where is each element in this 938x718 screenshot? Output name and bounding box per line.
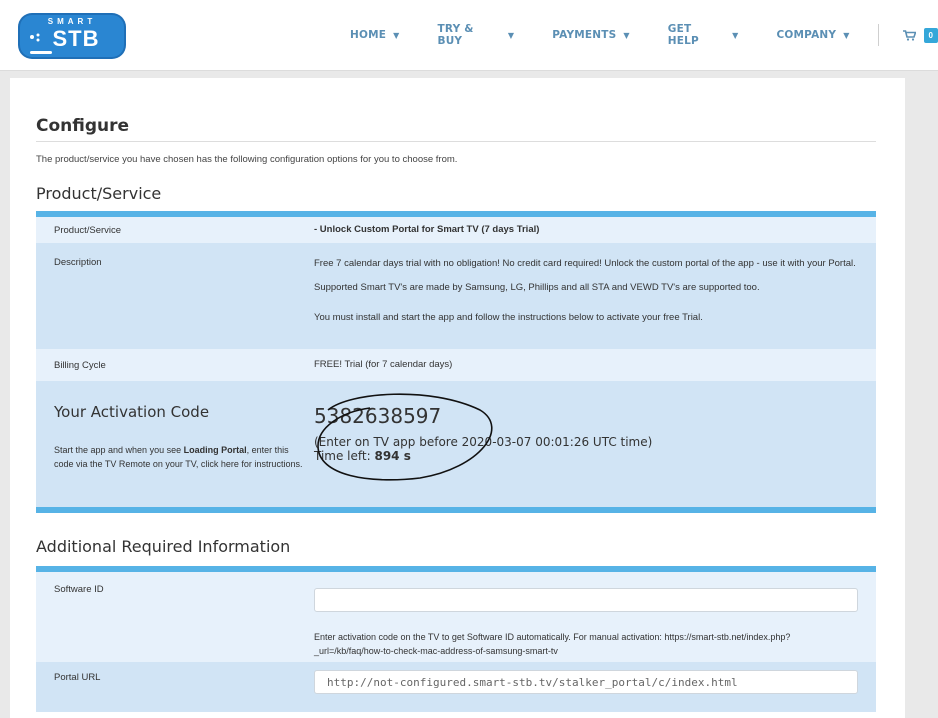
nav-try-buy-label: TRY & BUY	[437, 23, 474, 47]
activation-info: Your Activation Code Start the app and w…	[36, 381, 314, 507]
additional-section-title: Additional Required Information	[36, 537, 291, 556]
activation-code: 5382638597	[314, 404, 442, 428]
nav-payments[interactable]: PAYMENTS ▼	[552, 29, 630, 41]
nav-get-help[interactable]: GET HELP ▼	[668, 23, 739, 47]
nav-try-buy[interactable]: TRY & BUY ▼	[438, 23, 515, 47]
software-id-help: Enter activation code on the TV to get S…	[314, 632, 791, 656]
main-nav: HOME ▼ TRY & BUY ▼ PAYMENTS ▼ GET HELP ▼ COM…	[350, 0, 938, 70]
chevron-down-icon: ▼	[393, 30, 400, 40]
activation-details: 5382638597 (Enter on TV app before 2020-…	[314, 381, 876, 507]
time-left-value: 894 s	[374, 449, 411, 463]
nav-get-help-label: GET HELP	[667, 23, 699, 47]
page-title: Configure	[36, 116, 130, 136]
smart-stb-logo[interactable]: SMART STB	[16, 9, 128, 63]
nav-home-label: HOME	[350, 29, 387, 41]
portal-url-cell: http://not-configured.smart-stb.tv/stalk…	[314, 670, 876, 712]
logo-graphic: SMART STB	[18, 13, 126, 59]
chevron-down-icon: ▼	[732, 30, 739, 40]
portal-url-input[interactable]: http://not-configured.smart-stb.tv/stalk…	[314, 670, 858, 694]
cart-icon	[902, 29, 916, 41]
description-p1: Free 7 calendar days trial with no oblig…	[314, 258, 856, 269]
activation-help-text: Start the app and when you see	[54, 445, 184, 455]
main-content: Configure The product/service you have c…	[10, 78, 905, 718]
activation-title: Your Activation Code	[54, 403, 210, 421]
activation-row: Your Activation Code Start the app and w…	[36, 381, 876, 507]
nav-company-label: COMPANY	[776, 29, 837, 41]
activation-help[interactable]: Start the app and when you see Loading P…	[54, 443, 304, 471]
billing-value: FREE! Trial (for 7 calendar days)	[314, 359, 453, 370]
site-header: SMART STB HOME ▼ TRY & BUY ▼ PAYMENTS ▼ GET…	[0, 0, 938, 71]
additional-table: Software ID Enter activation code on the…	[36, 566, 876, 712]
product-section-title: Product/Service	[36, 184, 162, 203]
table-row: Description Free 7 calendar days trial w…	[36, 243, 876, 349]
nav-home[interactable]: HOME ▼	[350, 29, 400, 41]
portal-url-label: Portal URL	[54, 672, 101, 683]
description-label: Description	[54, 257, 102, 268]
product-value: - Unlock Custom Portal for Smart TV (7 d…	[314, 224, 540, 235]
product-table: Product/Service - Unlock Custom Portal f…	[36, 211, 876, 513]
svg-text:SMART: SMART	[48, 17, 96, 26]
table-row: Product/Service - Unlock Custom Portal f…	[36, 217, 876, 243]
activation-deadline: (Enter on TV app before 2020-03-07 00:01…	[314, 435, 653, 449]
table-row: Software ID Enter activation code on the…	[36, 572, 876, 662]
nav-payments-label: PAYMENTS	[552, 29, 617, 41]
table-row: Portal URL http://not-configured.smart-s…	[36, 662, 876, 712]
svg-text:STB: STB	[53, 26, 100, 51]
description-p3: You must install and start the app and f…	[314, 312, 703, 323]
table-bottom-bar	[36, 507, 876, 513]
intro-text: The product/service you have chosen has …	[36, 154, 458, 165]
time-left: Time left: 894 s	[314, 449, 856, 463]
nav-divider	[877, 24, 879, 46]
loading-portal-label: Loading Portal	[183, 445, 247, 455]
product-label: Product/Service	[54, 224, 122, 236]
description-value: Free 7 calendar days trial with no oblig…	[314, 257, 876, 349]
billing-label: Billing Cycle	[54, 359, 106, 371]
table-row: Billing Cycle FREE! Trial (for 7 calenda…	[36, 349, 876, 381]
title-divider	[36, 141, 876, 142]
description-p2: Supported Smart TV's are made by Samsung…	[314, 282, 760, 293]
chevron-down-icon: ▼	[843, 30, 850, 40]
nav-company[interactable]: COMPANY ▼	[776, 29, 849, 41]
activation-note: (Enter on TV app before 2020-03-07 00:01…	[314, 435, 856, 463]
chevron-down-icon: ▼	[623, 30, 630, 40]
chevron-down-icon: ▼	[507, 30, 515, 40]
software-id-cell: Enter activation code on the TV to get S…	[314, 584, 876, 662]
cart-count-badge: 0	[923, 27, 938, 43]
software-id-label: Software ID	[54, 584, 104, 595]
cart-button[interactable]: 0	[902, 27, 938, 43]
software-id-input[interactable]	[314, 588, 858, 612]
time-left-label: Time left:	[314, 449, 375, 463]
